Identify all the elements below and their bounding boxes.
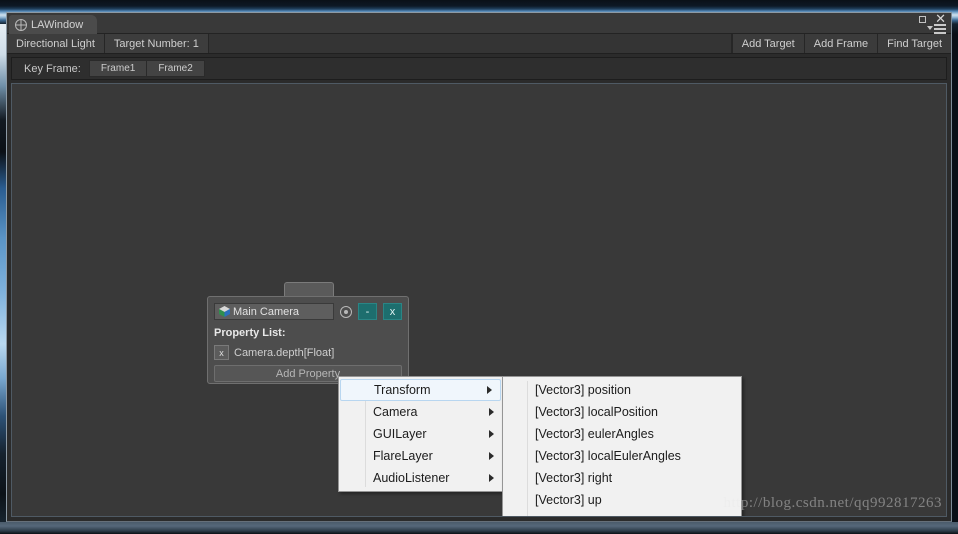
hamburger-menu-icon xyxy=(934,24,946,34)
menu-item-audiolistener[interactable]: AudioListener xyxy=(339,467,502,489)
object-field[interactable]: Main Camera xyxy=(214,303,334,320)
menu-item-flarelayer-label: FlareLayer xyxy=(373,449,433,463)
window-controls: ✕ xyxy=(919,12,946,25)
chevron-down-icon xyxy=(927,26,933,30)
menu-item-right[interactable]: [Vector3] right xyxy=(503,467,741,489)
node-header-row: Main Camera - x xyxy=(214,303,402,320)
toolbar-right-group: Add Target Add Frame Find Target xyxy=(731,34,951,53)
find-target-button[interactable]: Find Target xyxy=(877,34,951,53)
menu-item-localposition[interactable]: [Vector3] localPosition xyxy=(503,401,741,423)
context-menu-transform-properties: [Vector3] position [Vector3] localPositi… xyxy=(502,376,742,516)
add-frame-button[interactable]: Add Frame xyxy=(803,34,878,53)
directional-light-button[interactable]: Directional Light xyxy=(7,34,105,53)
menu-item-guilayer-label: GUILayer xyxy=(373,427,427,441)
menu-item-right-label: [Vector3] right xyxy=(535,471,613,485)
node-minimize-button[interactable]: - xyxy=(358,303,377,320)
target-circle-icon[interactable] xyxy=(340,305,352,318)
window-titlebar: LAWindow ✕ xyxy=(7,12,951,34)
globe-icon xyxy=(15,18,27,31)
menu-item-eulerangles-label: [Vector3] eulerAngles xyxy=(535,427,654,441)
property-row: x Camera.depth[Float] xyxy=(214,345,402,360)
menu-item-forward[interactable]: [Vector3] forward xyxy=(503,511,741,516)
menu-item-localeulerangles-label: [Vector3] localEulerAngles xyxy=(535,449,681,463)
menu-item-flarelayer[interactable]: FlareLayer xyxy=(339,445,502,467)
menu-item-camera[interactable]: Camera xyxy=(339,401,502,423)
menu-item-localeulerangles[interactable]: [Vector3] localEulerAngles xyxy=(503,445,741,467)
chevron-right-icon xyxy=(487,386,492,394)
menu-item-eulerangles[interactable]: [Vector3] eulerAngles xyxy=(503,423,741,445)
maximize-icon[interactable] xyxy=(919,15,927,23)
menu-item-up-label: [Vector3] up xyxy=(535,493,602,507)
node-close-button[interactable]: x xyxy=(383,303,402,320)
graph-canvas[interactable]: Main Camera - x Property List: x Camera.… xyxy=(11,83,947,517)
lawindow-window: LAWindow ✕ Directional Light Target Numb… xyxy=(6,12,952,522)
menu-item-transform[interactable]: Transform xyxy=(340,379,501,401)
keyframe-frame2-button[interactable]: Frame2 xyxy=(147,60,205,77)
watermark-text: http://blog.csdn.net/qq992817263 xyxy=(723,495,942,511)
menu-item-position-label: [Vector3] position xyxy=(535,383,631,397)
menu-item-up[interactable]: [Vector3] up xyxy=(503,489,741,511)
window-tab-lawindow[interactable]: LAWindow xyxy=(9,15,98,34)
add-target-button[interactable]: Add Target xyxy=(731,34,804,53)
menu-item-forward-label: [Vector3] forward xyxy=(535,515,630,516)
menu-item-position[interactable]: [Vector3] position xyxy=(503,379,741,401)
window-tab-label: LAWindow xyxy=(31,18,84,31)
window-menu-button[interactable] xyxy=(927,24,946,34)
context-menu-properties-inner: [Vector3] position [Vector3] localPositi… xyxy=(503,379,741,516)
chevron-right-icon xyxy=(489,408,494,416)
desktop-backdrop: LAWindow ✕ Directional Light Target Numb… xyxy=(0,0,958,534)
property-remove-button[interactable]: x xyxy=(214,345,229,360)
menu-item-audiolistener-label: AudioListener xyxy=(373,471,450,485)
property-name: Camera.depth[Float] xyxy=(234,346,335,359)
object-field-value: Main Camera xyxy=(233,305,300,318)
property-list-title: Property List: xyxy=(214,327,286,339)
keyframe-bar: Key Frame: Frame1 Frame2 xyxy=(11,57,947,80)
target-number-button[interactable]: Target Number: 1 xyxy=(104,34,209,53)
chevron-right-icon xyxy=(489,474,494,482)
menu-item-guilayer[interactable]: GUILayer xyxy=(339,423,502,445)
menu-item-camera-label: Camera xyxy=(373,405,418,419)
main-toolbar: Directional Light Target Number: 1 Add T… xyxy=(7,34,951,54)
chevron-right-icon xyxy=(489,430,494,438)
menu-item-transform-label: Transform xyxy=(374,383,431,397)
keyframe-label: Key Frame: xyxy=(24,62,81,75)
context-menu-components: Transform Camera GUILayer FlareLayer Aud… xyxy=(338,376,503,492)
chevron-right-icon xyxy=(489,452,494,460)
cube-icon xyxy=(219,306,230,317)
close-icon[interactable]: ✕ xyxy=(935,12,946,25)
menu-item-localposition-label: [Vector3] localPosition xyxy=(535,405,658,419)
toolbar-spacer xyxy=(208,34,732,53)
desktop-bottom-strip xyxy=(0,522,958,534)
node-main-camera[interactable]: Main Camera - x Property List: x Camera.… xyxy=(207,296,409,384)
context-menu-components-inner: Transform Camera GUILayer FlareLayer Aud… xyxy=(339,379,502,489)
keyframe-frame1-button[interactable]: Frame1 xyxy=(88,60,148,77)
